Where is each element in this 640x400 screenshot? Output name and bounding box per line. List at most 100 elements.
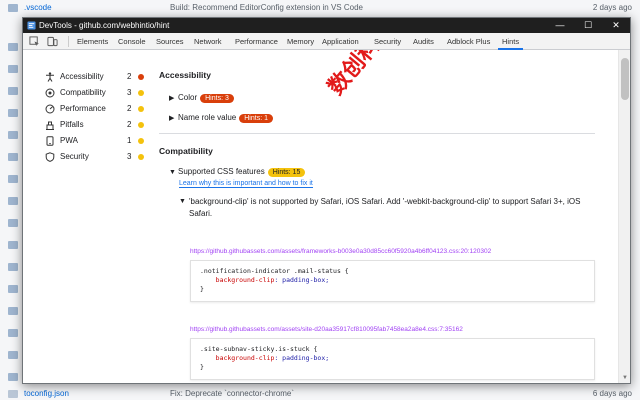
bg-file-row	[0, 326, 24, 340]
scrollbar-thumb[interactable]	[621, 58, 629, 100]
category-name-role-value[interactable]: ▶ Name role value Hints: 1	[169, 113, 273, 127]
folder-icon	[8, 43, 18, 51]
code-brace: }	[200, 363, 204, 371]
code-value: : padding-box;	[274, 354, 330, 362]
sidebar-item-label: Pitfalls	[60, 120, 84, 129]
bg-file-row	[0, 304, 24, 318]
folder-icon	[8, 131, 18, 139]
sidebar-item-count: 2	[127, 72, 132, 81]
tab-application[interactable]: Application	[318, 33, 363, 50]
folder-icon	[8, 109, 18, 117]
bg-commit-age: 6 days ago	[592, 389, 632, 398]
sidebar-item-accessibility[interactable]: Accessibility 2	[45, 70, 151, 86]
code-selector: .notification-indicator .mail-status {	[200, 267, 349, 275]
tab-performance[interactable]: Performance	[231, 33, 282, 50]
tab-sources[interactable]: Sources	[152, 33, 188, 50]
bg-commit-age: 2 days ago	[592, 3, 632, 12]
code-snippet: .site-subnav-sticky.is-stuck { backgroun…	[190, 338, 595, 380]
severity-dot	[138, 138, 144, 144]
tab-security[interactable]: Security	[370, 33, 405, 50]
bg-file-row	[0, 40, 24, 54]
tab-adblock-plus[interactable]: Adblock Plus	[443, 33, 494, 50]
code-snippet: .notification-indicator .mail-status { b…	[190, 260, 595, 302]
sidebar-item-label: Performance	[60, 104, 106, 113]
folder-icon	[8, 219, 18, 227]
folder-icon	[8, 4, 18, 12]
source-url[interactable]: https://github.githubassets.com/assets/s…	[190, 326, 463, 333]
bg-file-name[interactable]: toconfig.json	[24, 389, 69, 398]
compatibility-icon	[45, 88, 55, 98]
tab-audits[interactable]: Audits	[409, 33, 438, 50]
bg-file-row[interactable]: .vscode Build: Recommend EditorConfig ex…	[0, 0, 640, 16]
severity-dot	[138, 90, 144, 96]
folder-icon	[8, 263, 18, 271]
bg-file-row	[0, 238, 24, 252]
security-icon	[45, 152, 55, 162]
category-supported-css-features[interactable]: ▼ Supported CSS features Hints: 15	[169, 167, 306, 181]
source-url[interactable]: https://github.githubassets.com/assets/f…	[190, 248, 491, 255]
window-titlebar[interactable]: DevTools - github.com/webhintio/hint — ☐…	[23, 18, 630, 33]
expand-triangle-icon[interactable]: ▶	[169, 94, 178, 102]
bg-commit-message[interactable]: Build: Recommend EditorConfig extension …	[170, 3, 363, 12]
code-property: background-clip	[215, 276, 275, 284]
sidebar-item-label: Security	[60, 152, 89, 161]
bg-file-row[interactable]: toconfig.json Fix: Deprecate `connector-…	[0, 386, 640, 400]
performance-icon	[45, 104, 55, 114]
maximize-button[interactable]: ☐	[574, 18, 602, 33]
sidebar-item-pwa[interactable]: PWA 1	[45, 134, 151, 150]
sidebar-item-count: 1	[127, 136, 132, 145]
learn-more-link[interactable]: Learn why this is important and how to f…	[179, 180, 313, 188]
collapse-triangle-icon[interactable]: ▼	[169, 169, 178, 176]
pitfalls-icon	[46, 121, 54, 130]
category-label: Name role value	[178, 113, 237, 122]
device-toolbar-icon[interactable]	[47, 36, 58, 47]
collapse-triangle-icon[interactable]: ▼	[179, 196, 188, 208]
folder-icon	[8, 285, 18, 293]
minimize-button[interactable]: —	[546, 18, 574, 33]
tab-memory[interactable]: Memory	[283, 33, 318, 50]
severity-dot	[138, 106, 144, 112]
sidebar-item-compatibility[interactable]: Compatibility 3	[45, 86, 151, 102]
folder-icon	[8, 65, 18, 73]
category-label: Color	[178, 93, 198, 102]
sidebar-item-performance[interactable]: Performance 2	[45, 102, 151, 118]
folder-icon	[8, 175, 18, 183]
bg-file-name[interactable]: .vscode	[24, 3, 52, 12]
section-divider	[159, 133, 595, 134]
category-color[interactable]: ▶ Color Hints: 3	[169, 93, 234, 107]
section-title-compatibility: Compatibility	[159, 146, 213, 156]
code-brace: }	[200, 285, 204, 293]
tab-network[interactable]: Network	[190, 33, 226, 50]
bg-file-row	[0, 194, 24, 208]
sidebar-item-security[interactable]: Security 3	[45, 150, 151, 166]
sidebar-item-count: 2	[127, 104, 132, 113]
severity-dot	[138, 154, 144, 160]
hints-badge: Hints: 3	[200, 94, 234, 103]
file-icon	[8, 390, 18, 398]
tab-elements[interactable]: Elements	[73, 33, 112, 50]
sidebar-item-pitfalls[interactable]: Pitfalls 2	[45, 118, 151, 134]
scroll-down-arrow-icon[interactable]: ▼	[619, 373, 631, 383]
bg-commit-message[interactable]: Fix: Deprecate `connector-chrome`	[170, 389, 294, 398]
bg-file-row	[0, 62, 24, 76]
tab-hints[interactable]: Hints	[498, 33, 524, 50]
hints-results: Accessibility ▶ Color Hints: 3 ▶ Name role …	[159, 50, 599, 383]
devtools-app-icon	[27, 21, 36, 30]
bg-file-row	[0, 216, 24, 230]
bg-file-row	[0, 128, 24, 142]
vertical-scrollbar[interactable]: ▼	[618, 50, 630, 383]
expand-triangle-icon[interactable]: ▶	[169, 114, 178, 122]
code-value: : padding-box;	[274, 276, 330, 284]
sidebar-item-count: 3	[127, 88, 132, 97]
severity-dot	[138, 122, 144, 128]
tab-console[interactable]: Console	[114, 33, 150, 50]
sidebar-item-label: PWA	[60, 136, 78, 145]
issue-message[interactable]: ▼ 'background-clip' is not supported by …	[179, 196, 599, 220]
folder-icon	[8, 351, 18, 359]
folder-icon	[8, 329, 18, 337]
sidebar-item-count: 2	[127, 120, 132, 129]
sidebar-item-label: Compatibility	[60, 88, 106, 97]
close-button[interactable]: ✕	[602, 18, 630, 33]
pwa-icon	[46, 136, 54, 146]
inspect-element-icon[interactable]	[29, 36, 40, 47]
